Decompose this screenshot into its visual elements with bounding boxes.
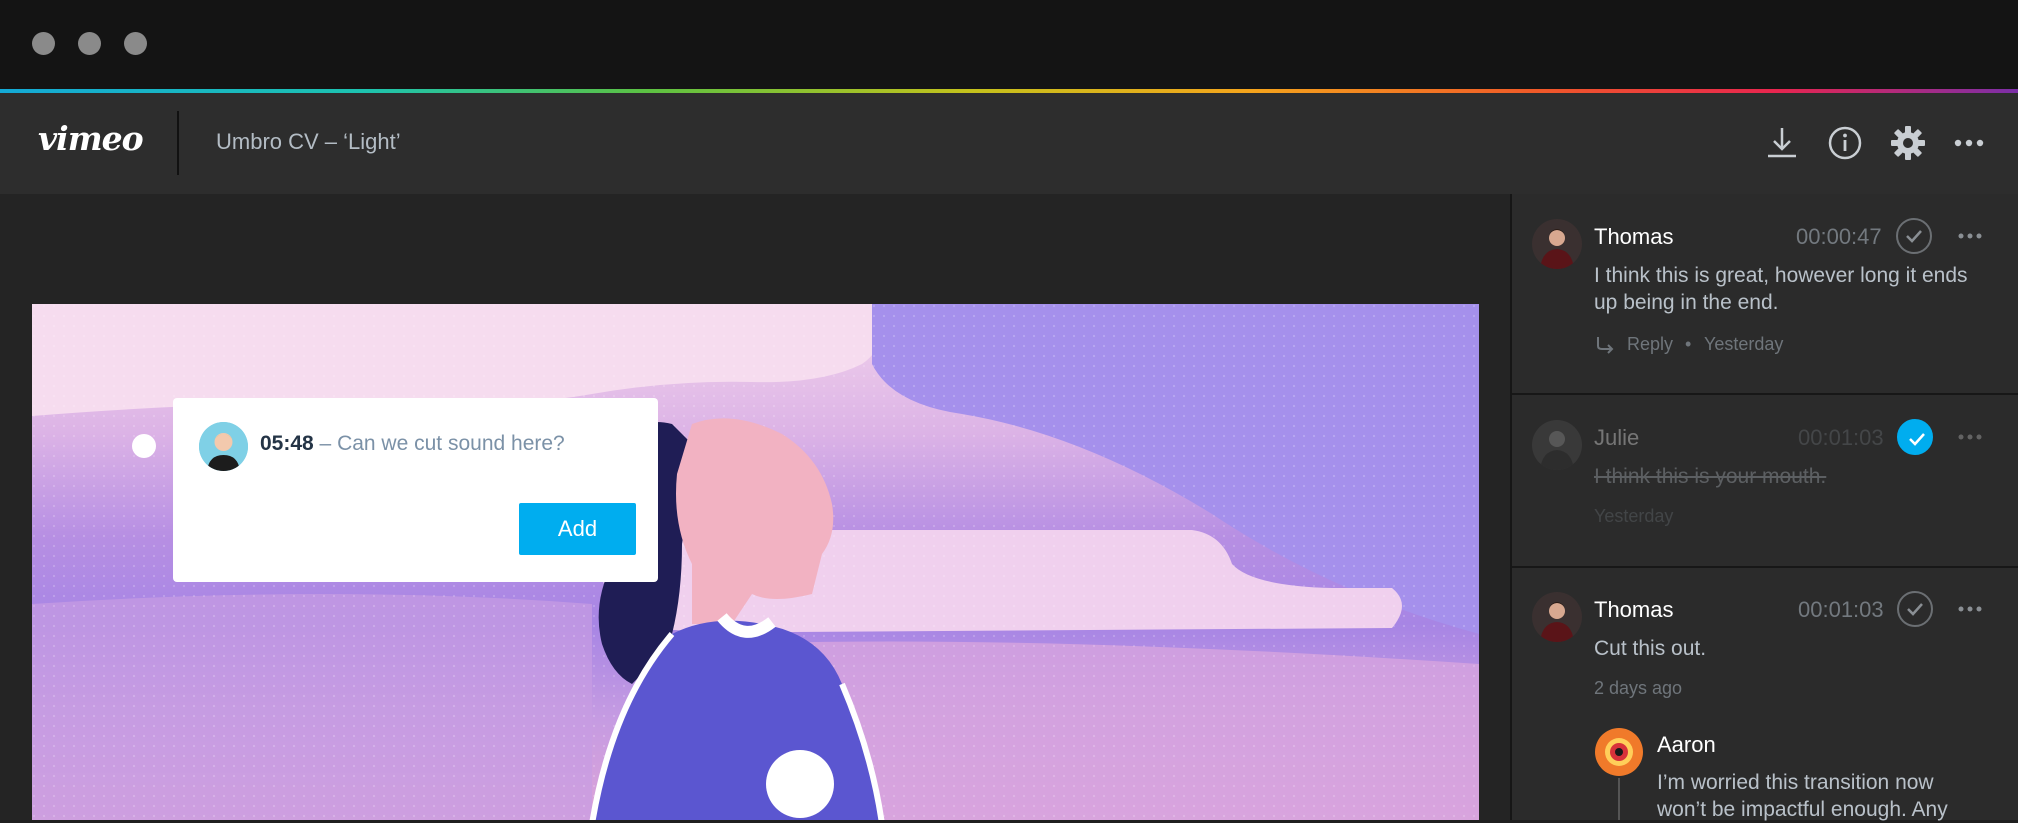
more-icon[interactable] [1957,433,1983,441]
avatar [1532,592,1582,642]
comment-item-resolved: Julie 00:01:03 I think this is your mout… [1512,393,2018,568]
comment-timecode[interactable]: 00:00:47 [1796,224,1882,250]
comment-text: I think this is great, however long it e… [1594,264,1968,314]
info-icon[interactable] [1825,123,1865,163]
resolve-toggle[interactable] [1897,591,1933,627]
avatar [199,422,248,471]
comment-text: Cut this out. [1594,637,1707,660]
video-title: Umbro CV – ‘Light’ [216,129,401,154]
avatar [1595,728,1643,776]
more-icon[interactable] [1957,605,1983,613]
reply-thread-line [1618,778,1620,820]
comment-timecode: 05:48 [260,432,314,455]
comment-text: I think this is your mouth. [1594,465,1827,488]
reply-author[interactable]: Aaron [1657,732,1716,758]
more-icon[interactable] [1949,123,1989,163]
comment-date: Yesterday [1594,506,1674,526]
comment-date: Yesterday [1704,334,1784,354]
avatar [1532,219,1582,269]
meta-separator-dot: • [1685,334,1692,354]
comments-sidebar: Thomas 00:00:47 I think this is great, h… [1510,194,2018,821]
gear-icon[interactable] [1888,123,1928,163]
timecode-separator: – [313,432,338,455]
header-divider [177,111,179,175]
new-comment-popup: 05:48 – Can we cut sound here? Add [173,398,658,582]
comment-draft[interactable]: 05:48 – Can we cut sound here? [260,432,565,456]
comment-draft-text: Can we cut sound here? [337,432,565,455]
comment-timecode[interactable]: 00:01:03 [1798,425,1884,451]
checkmark-icon [1909,433,1925,446]
reply-text-line-2: won’t be impactful enough. Any [1657,798,1948,821]
add-comment-button[interactable]: Add [519,503,636,555]
comment-author[interactable]: Julie [1594,425,1639,451]
comment-date: 2 days ago [1594,678,1683,698]
comment-author[interactable]: Thomas [1594,224,1673,250]
comment-author[interactable]: Thomas [1594,597,1673,623]
resolve-toggle[interactable] [1897,419,1933,455]
close-window-button[interactable] [32,32,55,55]
comment-timecode[interactable]: 00:01:03 [1798,597,1884,623]
checkmark-icon [1906,230,1922,243]
more-icon[interactable] [1957,232,1983,240]
reply-link[interactable]: Reply [1627,334,1673,355]
comment-timeline-marker[interactable] [132,434,156,458]
reply-text-line-1: I’m worried this transition now [1657,771,1934,794]
download-icon[interactable] [1762,123,1802,163]
resolve-toggle[interactable] [1896,218,1932,254]
reply-arrow-icon [1597,337,1614,354]
app-header: vimeo Umbro CV – ‘Light’ [0,93,2018,194]
avatar [1532,420,1582,470]
minimize-window-button[interactable] [78,32,101,55]
comment-item: Thomas 00:00:47 I think this is great, h… [1512,194,2018,395]
maximize-window-button[interactable] [124,32,147,55]
checkmark-icon [1907,603,1923,616]
vimeo-logo[interactable]: vimeo [38,119,144,158]
comment-item: Thomas 00:01:03 Cut this out. 2 days ago… [1512,566,2018,821]
window-titlebar [0,0,2018,89]
